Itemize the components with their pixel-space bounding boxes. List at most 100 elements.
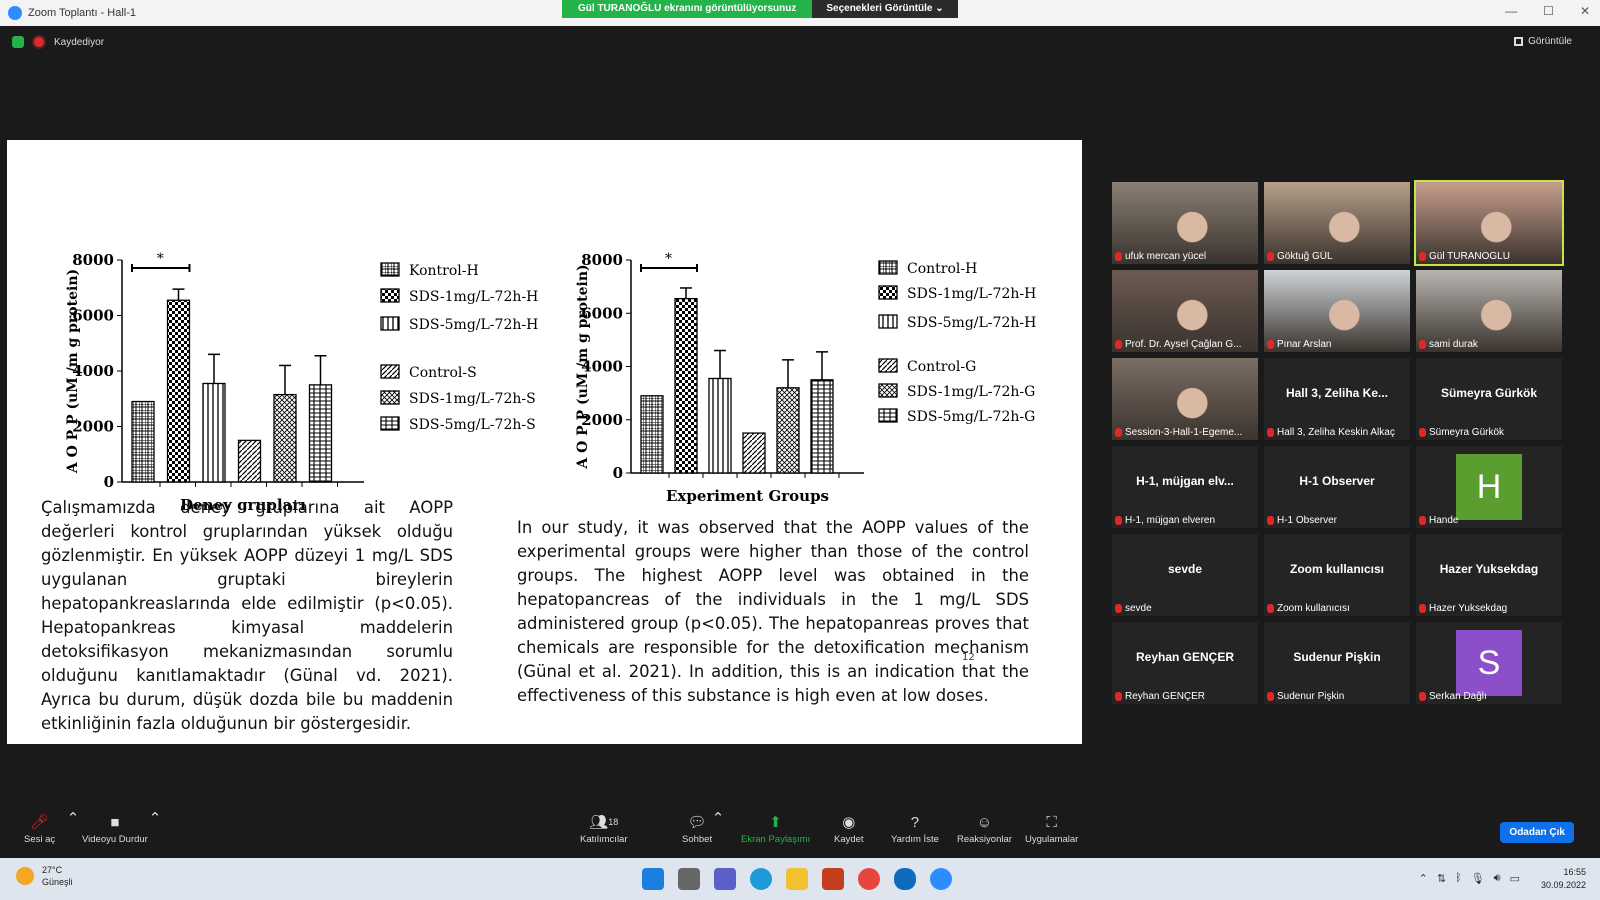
participant-name-label: ufuk mercan yücel [1115,251,1255,262]
ask-help-button[interactable]: ? Yardım İste [891,813,939,846]
participant-tile[interactable]: Hall 3, Zeliha Ke... Hall 3, Zeliha Keski… [1264,358,1410,440]
participant-tile[interactable]: S Serkan Dağlı [1416,622,1562,704]
participant-tile[interactable]: Göktuğ GÜL [1264,182,1410,264]
participant-name-label: Hazer Yuksekdag [1419,603,1559,614]
legend-swatch [878,358,898,373]
apps-icon: ⛶ [1046,813,1057,831]
chat-options-button[interactable]: ⌃ [709,810,727,827]
help-icon: ? [910,813,920,831]
legend-swatch [878,408,898,423]
participant-tile[interactable]: Session-3-Hall-1-Egeme... [1112,358,1258,440]
participant-name-label: Sümeyra Gürkök [1419,427,1559,438]
participants-count: 18 [608,817,619,827]
mic-muted-icon [1419,340,1426,349]
participant-tile[interactable]: Prof. Dr. Aysel Çağlan G... [1112,270,1258,352]
onedrive-icon[interactable] [894,868,916,890]
share-screen-button[interactable]: ⬆ Ekran Paylaşımı [741,814,810,845]
minimize-icon[interactable]: — [1505,4,1517,18]
unmute-button[interactable]: 🎤︎ Sesi aç [24,814,55,845]
participant-tile[interactable]: sami durak [1416,270,1562,352]
participant-tile[interactable]: Pınar Arslan [1264,270,1410,352]
legend-swatch [380,416,400,431]
participant-tile[interactable]: Hazer Yuksekdag Hazer Yuksekdag [1416,534,1562,616]
chat-icon: 💬︎ [687,814,707,831]
legend-label: SDS-5mg/L-72h-H [409,317,538,333]
task-view-icon[interactable] [678,868,700,890]
mic-muted-icon [1267,252,1274,261]
teams-chat-icon[interactable] [714,868,736,890]
participant-avatar: H [1456,454,1522,520]
participant-tile[interactable]: ufuk mercan yücel [1112,182,1258,264]
clock-time: 16:55 [1563,867,1586,877]
mute-options-button[interactable]: ⌃ [64,810,82,827]
start-icon[interactable] [642,868,664,890]
tray-chevron-icon[interactable]: ⌃ [1419,872,1428,885]
network-icon[interactable]: ⇅ [1437,872,1446,885]
participant-name: Pınar Arslan [1277,339,1332,350]
participant-name: ufuk mercan yücel [1125,251,1207,262]
y-tick-label: 0 [613,464,623,482]
participant-name: Zoom kullanıcısı [1277,603,1350,614]
meeting-area: Kaydediyor Görüntüle 0 2000 4000 6000 8000 * D… [0,26,1600,858]
chat-label: Sohbet [682,834,713,845]
legend-swatch [380,364,400,379]
taskbar-clock[interactable]: 16:55 30.09.2022 [1541,866,1586,892]
record-button[interactable]: ◉ Kaydet [834,814,864,845]
weather-condition: Güneşli [42,877,73,887]
participant-name: Reyhan GENÇER [1125,691,1206,702]
maximize-icon[interactable]: ☐ [1543,4,1554,18]
apps-button[interactable]: ⛶ Uygulamalar [1025,813,1078,846]
bar [674,297,698,474]
battery-icon[interactable]: ▭ [1510,872,1520,885]
participant-tile[interactable]: H Hande [1416,446,1562,528]
chat-button[interactable]: 💬︎ Sohbet [682,814,712,845]
weather-widget[interactable]: 27°C Güneşli [16,864,73,888]
file-explorer-icon[interactable] [786,868,808,890]
record-icon: ◉ [842,814,856,831]
participant-name: Session-3-Hall-1-Egeme... [1125,427,1243,438]
participant-tile[interactable]: Zoom kullanıcısı Zoom kullanıcısı [1264,534,1410,616]
legend-swatch [380,288,400,303]
participant-tile[interactable]: Sümeyra Gürkök Sümeyra Gürkök [1416,358,1562,440]
bar [308,384,333,483]
shield-icon[interactable] [12,36,24,48]
participant-tile[interactable]: Gül TURANOĞLU [1414,180,1564,266]
windows-taskbar: 27°C Güneşli ⌃ ⇅ ᛒ 🎙︎ 🔊︎ ▭ 16:55 30.09.2… [0,858,1600,900]
reactions-button[interactable]: ☺ Reaksiyonlar [957,814,1012,846]
participant-tile[interactable]: sevde sevde [1112,534,1258,616]
powerpoint-icon[interactable] [822,868,844,890]
legend-label: Control-G [907,359,976,375]
mic-icon[interactable]: 🎙︎ [1471,872,1485,885]
ask-help-label: Yardım İste [891,834,939,845]
chrome-icon[interactable] [858,868,880,890]
participant-tile[interactable]: Sudenur Pişkin Sudenur Pişkin [1264,622,1410,704]
participant-display-name: H-1, müjgan elv... [1136,474,1234,488]
zoom-icon[interactable] [930,868,952,890]
reactions-label: Reaksiyonlar [957,834,1012,845]
bluetooth-icon[interactable]: ᛒ [1455,872,1462,885]
participant-tile[interactable]: Reyhan GENÇER Reyhan GENÇER [1112,622,1258,704]
bar [237,439,262,483]
view-options-button[interactable]: Seçenekleri Görüntüle ⌄ [812,0,958,18]
mic-muted-icon [1267,428,1274,437]
english-paragraph: In our study, it was observed that the A… [517,518,1029,705]
zoom-logo-icon [8,6,22,20]
video-options-button[interactable]: ⌃ [146,810,164,827]
participant-tile[interactable]: H-1, müjgan elv... H-1, müjgan elveren [1112,446,1258,528]
mic-muted-icon [1267,692,1274,701]
close-icon[interactable]: ✕ [1580,4,1590,18]
participants-button[interactable]: 👥︎ 18 Katılımcılar [580,814,628,845]
share-banner: Gül TURANOĞLU ekranını görüntülüyorsunuz… [562,0,958,18]
stop-video-button[interactable]: ■ Videoyu Durdur [82,814,148,846]
participant-name-label: H-1, müjgan elveren [1115,515,1255,526]
participant-tile[interactable]: H-1 Observer H-1 Observer [1264,446,1410,528]
participant-display-name: Reyhan GENÇER [1135,650,1235,664]
view-button[interactable]: Görüntüle [1514,36,1572,47]
volume-icon[interactable]: 🔊︎ [1494,872,1501,885]
edge-icon[interactable] [750,868,772,890]
bar [131,400,155,483]
leave-room-button[interactable]: Odadan Çık [1500,822,1574,843]
participant-name: Prof. Dr. Aysel Çağlan G... [1125,339,1242,350]
bar [166,299,191,483]
participant-name-label: Zoom kullanıcısı [1267,603,1407,614]
